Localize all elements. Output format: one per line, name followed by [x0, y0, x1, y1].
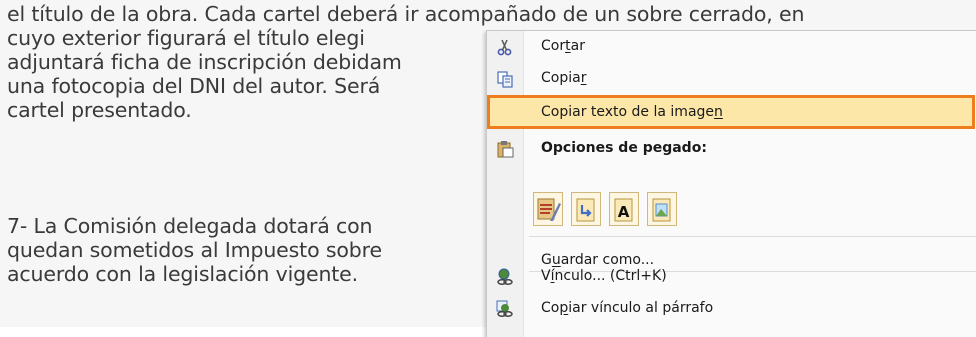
menu-item-label: Copiar texto de la imagen	[541, 104, 723, 120]
document-line: 7- La Comisión delegada dotará con	[7, 214, 373, 238]
document-line: el título de la obra. Cada cartel deberá…	[7, 2, 805, 26]
paste-merge-formatting-icon[interactable]	[571, 192, 601, 226]
svg-text:A: A	[618, 203, 630, 221]
menu-item-label: Vínculo... (Ctrl+K)	[541, 268, 667, 284]
clipboard-icon	[496, 140, 514, 158]
menu-item-hyperlink[interactable]: Vínculo... (Ctrl+K)	[487, 263, 976, 291]
menu-separator	[529, 236, 976, 237]
scissors-icon	[496, 38, 514, 56]
document-line: cuyo exterior figurará el título elegi	[7, 26, 365, 50]
paste-keep-formatting-icon[interactable]	[533, 192, 563, 226]
hyperlink-icon	[496, 268, 514, 286]
paste-options-label: Opciones de pegado:	[541, 140, 707, 156]
copy-icon	[496, 70, 514, 88]
link-paragraph-icon	[496, 300, 514, 318]
paste-options-row: A	[531, 192, 731, 228]
menu-item-copy[interactable]: Copiar	[487, 65, 976, 93]
document-line: quedan sometidos al Impuesto sobre	[7, 238, 382, 262]
menu-item-copy-image-text[interactable]: Copiar texto de la imagen	[487, 95, 975, 129]
document-line: acuerdo con la legislación vigente.	[7, 262, 359, 286]
paste-options-header: Opciones de pegado:	[487, 135, 976, 163]
menu-item-cut[interactable]: Cortar	[487, 33, 976, 61]
document-line: una fotocopia del DNI del autor. Será	[7, 74, 381, 98]
paste-picture-icon[interactable]	[647, 192, 677, 226]
menu-item-label: Cortar	[541, 38, 585, 54]
menu-item-copy-link-paragraph[interactable]: Copiar vínculo al párrafo	[487, 295, 976, 323]
document-line: cartel presentado.	[7, 98, 192, 122]
menu-item-label: Copiar	[541, 70, 587, 86]
menu-item-label: Copiar vínculo al párrafo	[541, 300, 714, 316]
document-line: adjuntará ficha de inscripción debidam	[7, 50, 402, 74]
context-menu: Cortar Copiar Copiar texto de la imagen …	[486, 30, 976, 337]
paste-text-only-icon[interactable]: A	[609, 192, 639, 226]
